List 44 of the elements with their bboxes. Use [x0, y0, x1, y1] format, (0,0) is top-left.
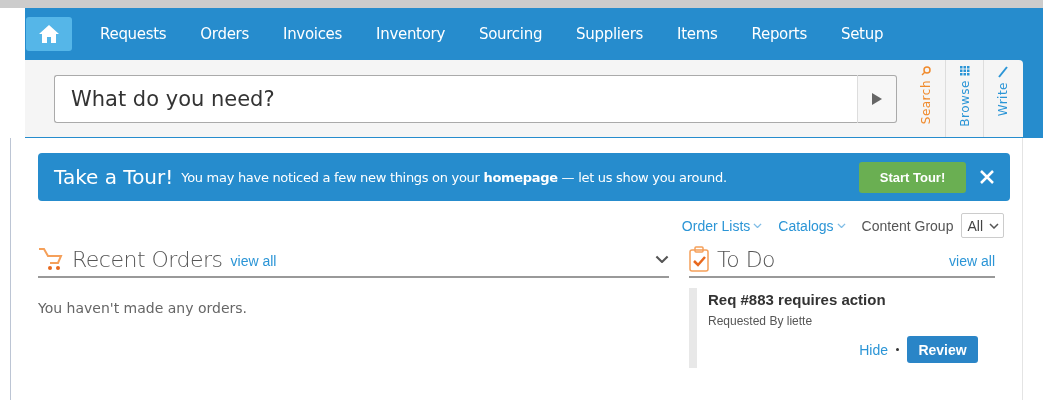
nav-tab[interactable]: Suppliers — [559, 17, 661, 51]
start-tour-button[interactable]: Start Tour! — [859, 161, 966, 193]
grid-icon — [959, 66, 970, 76]
clipboard-check-icon — [689, 246, 709, 272]
section-title: Recent Orders — [72, 246, 223, 272]
nav-tab[interactable]: Setup — [823, 17, 901, 51]
go-button[interactable] — [857, 74, 897, 123]
chevron-down-icon — [836, 222, 846, 229]
todo-subtitle: Requested By liette — [708, 314, 814, 328]
review-button[interactable]: Review — [907, 336, 978, 363]
content-group-select[interactable]: All — [961, 213, 1004, 238]
todo-title: Req #883 requires action — [708, 290, 887, 308]
content-group-label: Content Group — [861, 217, 954, 234]
nav-tab[interactable]: Inventory — [359, 17, 462, 51]
view-all-link[interactable]: view all — [949, 253, 995, 269]
home-icon — [38, 24, 60, 44]
nav-tab[interactable]: Items — [660, 17, 735, 51]
nav-tab[interactable]: Requests — [83, 17, 184, 51]
view-all-link[interactable]: view all — [230, 253, 277, 269]
play-icon — [872, 92, 882, 105]
section-title: To Do — [717, 246, 776, 272]
nav-tab[interactable]: Orders — [183, 17, 266, 51]
search-mode-tab[interactable]: Search — [907, 60, 945, 137]
filter-link[interactable]: Catalogs — [778, 217, 846, 234]
separator-dot — [896, 348, 899, 351]
cart-icon — [38, 247, 64, 271]
pencil-icon — [997, 66, 1008, 78]
filter-link[interactable]: Order Lists — [681, 217, 763, 234]
nav-tab[interactable]: Sourcing — [462, 17, 560, 51]
hide-link[interactable]: Hide — [859, 341, 888, 358]
chevron-down-icon — [989, 222, 999, 229]
home-button[interactable] — [26, 17, 72, 51]
close-icon — [979, 169, 995, 185]
nav-tab[interactable]: Reports — [734, 17, 824, 51]
tour-title: Take a Tour! — [54, 165, 174, 189]
chevron-down-icon — [753, 222, 763, 229]
nav-tab[interactable]: Invoices — [266, 17, 360, 51]
search-mode-tab[interactable]: Browse — [945, 60, 983, 137]
tour-message: You may have noticed a few new things on your homepage — let us show you around. — [181, 169, 728, 185]
search-icon — [921, 66, 931, 76]
search-mode-tab[interactable]: Write — [983, 60, 1021, 137]
chevron-down-icon — [655, 254, 669, 264]
empty-message: You haven't made any orders. — [38, 300, 249, 316]
search-field[interactable]: What do you need? — [54, 74, 857, 123]
